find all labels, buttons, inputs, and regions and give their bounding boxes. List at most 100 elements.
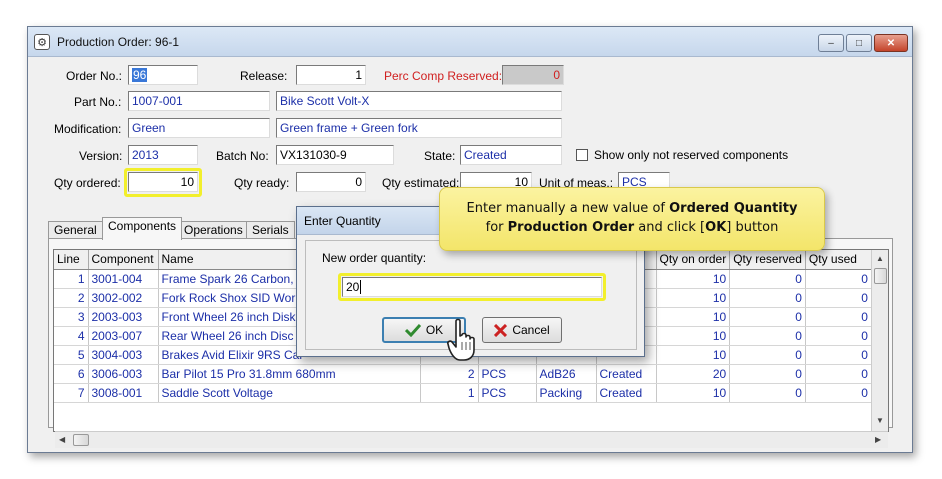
checkmark-icon: [404, 323, 421, 337]
cell-loc[interactable]: AdB26: [536, 364, 597, 384]
cell-component[interactable]: 3002-002: [88, 288, 159, 308]
release-field[interactable]: 1: [296, 65, 366, 85]
instruction-callout: Enter manually a new value of Ordered Qu…: [439, 187, 825, 251]
new-quantity-label: New order quantity:: [322, 251, 427, 265]
part-no-field[interactable]: 1007-001: [128, 91, 270, 111]
vertical-scroll-thumb[interactable]: [874, 268, 887, 284]
cell-component[interactable]: 2003-007: [88, 326, 159, 346]
perc-comp-label: Perc Comp Reserved:: [384, 69, 503, 83]
cell-reserved[interactable]: 0: [729, 383, 806, 403]
maximize-button[interactable]: □: [846, 34, 872, 52]
horizontal-scroll-thumb[interactable]: [73, 434, 89, 446]
state-label: State:: [424, 149, 456, 163]
cell-line[interactable]: 3: [54, 307, 89, 327]
cell-line[interactable]: 4: [54, 326, 89, 346]
cell-component[interactable]: 3008-001: [88, 383, 159, 403]
tab-components[interactable]: Components: [102, 217, 183, 240]
cell-used[interactable]: 0: [805, 288, 872, 308]
cell-reserved[interactable]: 0: [729, 364, 806, 384]
tab-general[interactable]: General: [48, 221, 103, 239]
cell-line[interactable]: 2: [54, 288, 89, 308]
cell-line[interactable]: 6: [54, 364, 89, 384]
show-not-reserved-checkbox[interactable]: [576, 149, 588, 161]
cell-used[interactable]: 0: [805, 326, 872, 346]
cell-reserved[interactable]: 0: [729, 326, 806, 346]
scroll-up-arrow-icon[interactable]: ▲: [876, 254, 884, 263]
col-header-qty-reserved[interactable]: Qty reserved: [729, 250, 806, 270]
batch-no-label: Batch No:: [216, 149, 269, 163]
batch-no-field[interactable]: VX131030-9: [276, 145, 394, 165]
cell-state[interactable]: Created: [596, 364, 657, 384]
cell-used[interactable]: 0: [805, 364, 872, 384]
modification-label: Modification:: [54, 122, 122, 136]
cell-on-order[interactable]: 10: [656, 383, 731, 403]
cell-unit[interactable]: PCS: [478, 364, 537, 384]
cell-reserved[interactable]: 0: [729, 269, 806, 289]
cell-on-order[interactable]: 10: [656, 288, 731, 308]
cell-name[interactable]: Saddle Scott Voltage: [158, 383, 421, 403]
modification-field[interactable]: Green: [128, 118, 270, 138]
version-field[interactable]: 2013: [128, 145, 198, 165]
cell-on-order[interactable]: 20: [656, 364, 731, 384]
cell-line[interactable]: 5: [54, 345, 89, 365]
cell-line[interactable]: 7: [54, 383, 89, 403]
state-field[interactable]: Created: [460, 145, 562, 165]
cell-used[interactable]: 0: [805, 345, 872, 365]
cell-reserved[interactable]: 0: [729, 307, 806, 327]
cell-used[interactable]: 0: [805, 269, 872, 289]
new-quantity-input[interactable]: 20: [342, 277, 602, 297]
cell-component[interactable]: 3006-003: [88, 364, 159, 384]
cell-on-order[interactable]: 10: [656, 307, 731, 327]
cell-state[interactable]: Created: [596, 383, 657, 403]
col-header-qty-on-order[interactable]: Qty on order: [656, 250, 731, 270]
cell-on-order[interactable]: 10: [656, 345, 731, 365]
cell-component[interactable]: 3001-004: [88, 269, 159, 289]
scroll-down-arrow-icon[interactable]: ▼: [876, 416, 884, 425]
cell-used[interactable]: 0: [805, 383, 872, 403]
modification-desc-field[interactable]: Green frame + Green fork: [276, 118, 562, 138]
cancel-button[interactable]: Cancel: [482, 317, 562, 343]
scroll-right-arrow-icon[interactable]: ▶: [875, 435, 881, 444]
qty-ordered-label: Qty ordered:: [54, 176, 121, 190]
cell-qty[interactable]: 2: [420, 364, 479, 384]
col-header-line[interactable]: Line: [54, 250, 89, 270]
cell-component[interactable]: 2003-003: [88, 307, 159, 327]
col-header-component[interactable]: Component: [88, 250, 159, 270]
cell-on-order[interactable]: 10: [656, 326, 731, 346]
minimize-button[interactable]: –: [818, 34, 844, 52]
cross-icon: [494, 323, 508, 337]
grid-vertical-scrollbar[interactable]: ▲ ▼: [871, 250, 888, 431]
cell-loc[interactable]: Packing: [536, 383, 597, 403]
scroll-left-arrow-icon[interactable]: ◀: [59, 435, 65, 444]
cell-qty[interactable]: 1: [420, 383, 479, 403]
title-bar[interactable]: ⚙ Production Order: 96-1 – □ ✕: [28, 27, 912, 57]
hand-cursor-icon: [447, 318, 475, 361]
cell-reserved[interactable]: 0: [729, 288, 806, 308]
order-no-field[interactable]: 96: [128, 65, 198, 85]
tab-serials[interactable]: Serials: [246, 221, 295, 239]
window-title: Production Order: 96-1: [57, 35, 180, 49]
qty-ready-field[interactable]: 0: [296, 172, 366, 192]
part-desc-field[interactable]: Bike Scott Volt-X: [276, 91, 562, 111]
cell-reserved[interactable]: 0: [729, 345, 806, 365]
show-not-reserved-label: Show only not reserved components: [594, 148, 789, 162]
tab-operations[interactable]: Operations: [178, 221, 249, 239]
table-row[interactable]: 7 3008-001 Saddle Scott Voltage 1 PCS Packing…: [54, 383, 872, 403]
part-no-label: Part No.:: [74, 95, 122, 109]
qty-ordered-field[interactable]: 10: [128, 172, 198, 192]
col-header-qty-used[interactable]: Qty used: [805, 250, 872, 270]
table-row[interactable]: 6 3006-003 Bar Pilot 15 Pro 31.8mm 680mm 2 P…: [54, 364, 872, 384]
order-no-label: Order No.:: [66, 69, 123, 83]
version-label: Version:: [79, 149, 123, 163]
cell-component[interactable]: 3004-003: [88, 345, 159, 365]
close-button[interactable]: ✕: [874, 34, 908, 52]
grid-horizontal-scrollbar[interactable]: ◀ ▶: [55, 431, 888, 448]
release-label: Release:: [240, 69, 288, 83]
cell-line[interactable]: 1: [54, 269, 89, 289]
cell-unit[interactable]: PCS: [478, 383, 537, 403]
cell-name[interactable]: Bar Pilot 15 Pro 31.8mm 680mm: [158, 364, 421, 384]
app-gear-icon: ⚙: [34, 34, 50, 50]
cell-on-order[interactable]: 10: [656, 269, 731, 289]
callout-line-2: for Production Order and click [OK] butt…: [485, 220, 779, 235]
cell-used[interactable]: 0: [805, 307, 872, 327]
